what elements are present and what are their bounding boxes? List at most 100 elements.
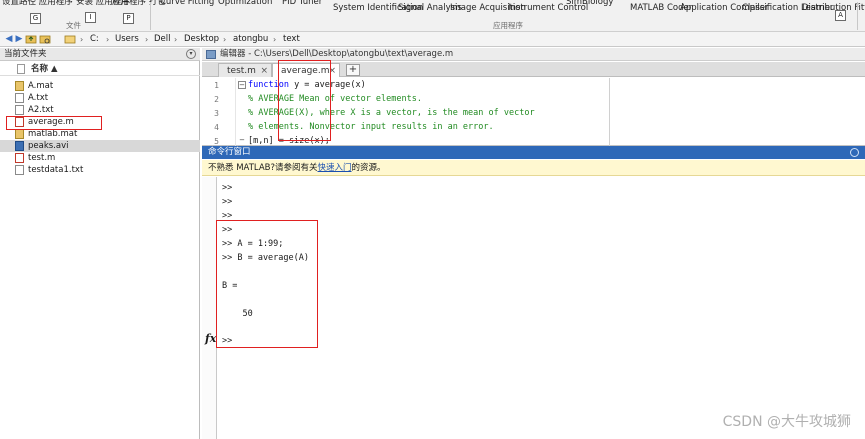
txt-file-icon	[15, 165, 24, 175]
command-line: >>	[222, 183, 233, 193]
command-line: >> B = average(A)	[222, 253, 309, 263]
command-window-gutter	[202, 177, 217, 439]
tab-average-m[interactable]: average.m ×	[272, 63, 340, 77]
file-header-icon	[17, 64, 25, 74]
close-tab-icon[interactable]: ×	[328, 65, 336, 77]
line-number: 5	[214, 137, 219, 146]
file-row-testdata1-txt[interactable]: testdata1.txt	[0, 164, 200, 176]
distribution-fitting-app[interactable]: Distribution Fitting	[802, 3, 865, 14]
fold-toggle-icon[interactable]: −	[238, 81, 246, 89]
current-folder-title-bar: 当前文件夹 ▾	[0, 48, 200, 61]
file-row-a2-txt[interactable]: A2.txt	[0, 104, 200, 116]
mat-file-icon	[15, 129, 24, 139]
breadcrumb-atongbu[interactable]: atongbu	[233, 34, 268, 45]
code-comment: % AVERAGE Mean of vector elements.	[248, 94, 422, 104]
code-comment: % AVERAGE(X), where X is a vector, is th…	[248, 108, 535, 118]
file-group-label: 文件	[66, 21, 81, 30]
keytip-badge-i: I	[85, 12, 96, 23]
txt-file-icon	[15, 93, 24, 103]
file-row-peaks-avi[interactable]: peaks.avi	[0, 140, 200, 152]
code-text: y = average(x)	[288, 80, 366, 90]
command-prompt-input[interactable]: >>	[222, 335, 232, 347]
forward-arrow-icon[interactable]: ▶	[13, 33, 25, 45]
pid-tuner-app[interactable]: PID Tuner	[282, 0, 322, 8]
panel-menu-icon[interactable]	[850, 148, 859, 157]
mat-file-icon	[15, 81, 24, 91]
m-file-icon	[15, 153, 24, 163]
file-row-average-m[interactable]: average.m	[0, 116, 200, 128]
code-keyword: function	[248, 80, 289, 90]
breadcrumb-desktop[interactable]: Desktop	[184, 34, 219, 45]
command-window-title: 命令行窗口	[208, 147, 251, 157]
quick-start-link[interactable]: 快速入门	[317, 163, 351, 173]
breadcrumb-separator: ›	[106, 35, 110, 44]
line-number: 2	[214, 95, 219, 104]
browse-folder-icon[interactable]	[39, 33, 51, 45]
keytip-badge-a: A	[835, 10, 846, 21]
package-app-button[interactable]: 应用程序 打包	[112, 0, 166, 8]
editor-title: 编辑器 - C:\Users\Dell\Desktop\atongbu\text…	[220, 49, 454, 59]
code-line: 3 % AVERAGE(X), where X is a vector, is …	[202, 107, 865, 120]
code-text: [m,n] = size(x);	[248, 136, 330, 146]
keytip-badge-g: G	[30, 13, 41, 24]
panel-menu-icon[interactable]: ▾	[186, 49, 196, 59]
code-area[interactable]: 1 − function y = average(x) 2 % AVERAGE …	[202, 78, 865, 146]
code-line: 2 % AVERAGE Mean of vector elements.	[202, 93, 865, 106]
breadcrumb-separator: ›	[273, 35, 277, 44]
breadcrumb-separator: ›	[223, 35, 227, 44]
breadcrumb-users[interactable]: Users	[115, 34, 139, 45]
line-number: 3	[214, 109, 219, 118]
simbiology-app[interactable]: SimBiology	[566, 0, 613, 8]
file-name: matlab.mat	[28, 129, 78, 139]
code-line: 1 − function y = average(x)	[202, 79, 865, 92]
command-output-value: 50	[222, 309, 253, 319]
command-line: >>	[222, 225, 233, 235]
new-tab-button[interactable]: +	[346, 64, 360, 76]
breadcrumb-text[interactable]: text	[283, 34, 300, 45]
tab-label: average.m	[281, 66, 330, 76]
code-comment: % elements. Nonvector input results in a…	[248, 122, 494, 132]
breadcrumb-dell[interactable]: Dell	[154, 34, 171, 45]
current-folder-address-bar: ◀ ▶ › C: › Users › Dell › Desktop › aton…	[0, 32, 865, 47]
optimization-app[interactable]: Optimization	[218, 0, 272, 8]
toolstrip-ribbon: 设置路径 应用程序 安装 应用程序 应用程序 打包 Curve Fitting …	[0, 0, 865, 32]
file-row-a-mat[interactable]: A.mat	[0, 80, 200, 92]
name-column-header[interactable]: 名称 ▲	[31, 64, 58, 75]
set-path-apps-button[interactable]: 设置路径 应用程序	[2, 0, 73, 8]
close-tab-icon[interactable]: ×	[260, 65, 268, 77]
file-row-matlab-mat[interactable]: matlab.mat	[0, 128, 200, 140]
editor-title-bar: 编辑器 - C:\Users\Dell\Desktop\atongbu\text…	[202, 48, 865, 61]
ribbon-divider	[857, 2, 858, 30]
breadcrumb-drive[interactable]: C:	[90, 34, 99, 45]
file-name: A.mat	[28, 81, 54, 91]
command-line: >>	[222, 197, 233, 207]
file-row-test-m[interactable]: test.m	[0, 152, 200, 164]
command-line: >>	[222, 211, 233, 221]
info-text: 的资源。	[351, 163, 386, 173]
file-name: peaks.avi	[28, 141, 69, 151]
file-list-header[interactable]: 名称 ▲	[0, 62, 200, 76]
file-name: average.m	[28, 117, 74, 127]
txt-file-icon	[15, 105, 24, 115]
file-name: A.txt	[28, 93, 49, 103]
current-folder-panel: 当前文件夹 ▾ 名称 ▲ A.mat A.txt A2.txt average.…	[0, 48, 200, 439]
tab-test-m[interactable]: test.m ×	[218, 63, 272, 77]
breakpoint-dash-icon[interactable]: −	[238, 137, 246, 145]
function-browser-fx-icon[interactable]: fx	[205, 333, 216, 345]
line-number: 4	[214, 123, 219, 132]
command-output: B =	[222, 281, 238, 291]
info-text: 不熟悉 MATLAB?请参阅有关	[208, 163, 318, 173]
command-window: 命令行窗口 不熟悉 MATLAB?请参阅有关快速入门的资源。 >> >> >> …	[202, 146, 865, 439]
line-number: 1	[214, 81, 219, 90]
file-name: testdata1.txt	[28, 165, 84, 175]
breadcrumb-separator: ›	[174, 35, 178, 44]
editor-tab-bar: test.m × average.m × +	[202, 62, 865, 77]
editor-panel: 编辑器 - C:\Users\Dell\Desktop\atongbu\text…	[202, 48, 865, 146]
tab-label: test.m	[227, 66, 256, 76]
file-row-a-txt[interactable]: A.txt	[0, 92, 200, 104]
curve-fitting-app[interactable]: Curve Fitting	[160, 0, 214, 8]
file-name: test.m	[28, 153, 56, 163]
editor-icon	[206, 50, 216, 59]
video-file-icon	[15, 141, 24, 151]
up-folder-icon[interactable]	[25, 33, 37, 45]
